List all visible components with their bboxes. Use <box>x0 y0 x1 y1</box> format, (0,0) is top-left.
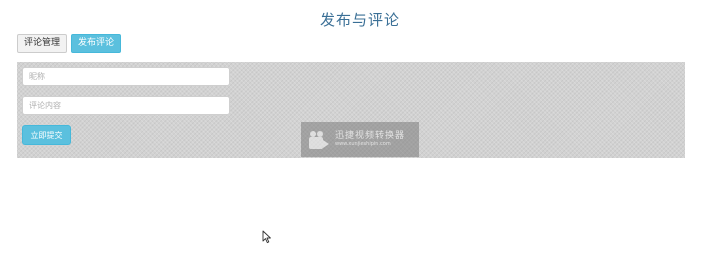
tab-bar: 评论管理 发布评论 <box>17 34 122 53</box>
nickname-input[interactable] <box>22 67 230 86</box>
tab-post-comment[interactable]: 发布评论 <box>71 34 122 53</box>
tab-comment-management[interactable]: 评论管理 <box>17 34 68 53</box>
page-title: 发布与评论 <box>319 11 400 29</box>
video-camera-icon <box>309 130 329 149</box>
watermark: 迅捷视频转换器 www.xunjieshipin.com <box>301 122 419 157</box>
comment-form-panel: 立即提交 迅捷视频转换器 www.xunjieshipin.com <box>17 62 685 158</box>
watermark-url: www.xunjieshipin.com <box>335 140 391 147</box>
comment-input[interactable] <box>22 96 230 115</box>
submit-button[interactable]: 立即提交 <box>22 125 71 145</box>
